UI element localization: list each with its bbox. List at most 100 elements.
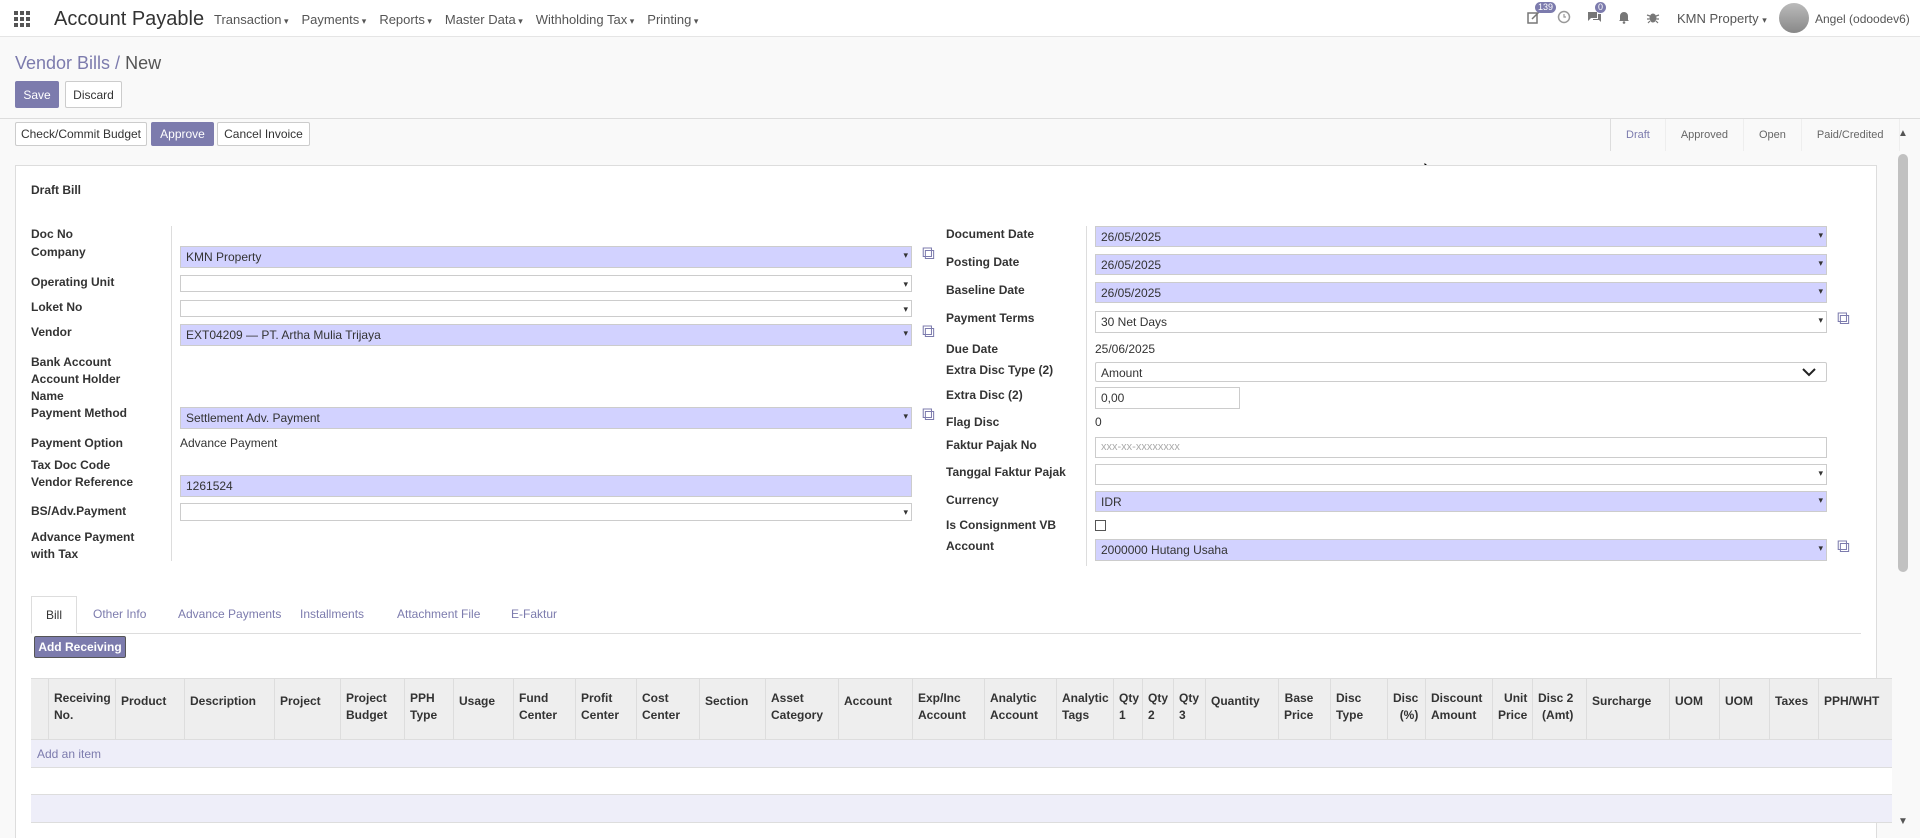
column-header[interactable]: Account <box>844 693 892 710</box>
column-header[interactable]: Disc (%) <box>1393 690 1418 724</box>
bug-icon[interactable] <box>1646 10 1660 27</box>
scroll-down-icon[interactable]: ▼ <box>1898 816 1908 827</box>
approve-button[interactable]: Approve <box>151 122 214 146</box>
column-header[interactable]: Section <box>705 693 748 710</box>
tab-bill[interactable]: Bill <box>31 596 78 634</box>
tab-other-info[interactable]: Other Info <box>79 596 160 634</box>
is-consignment-checkbox[interactable] <box>1095 520 1106 531</box>
top-navbar: Account Payable Transaction Payments Rep… <box>0 0 1920 37</box>
column-header-text: Disc <box>1393 691 1419 705</box>
column-header[interactable]: Description <box>190 693 256 710</box>
column-header[interactable]: Discount Amount <box>1431 690 1482 724</box>
column-header[interactable]: Disc 2 (Amt) <box>1538 690 1573 724</box>
baseline-date-field[interactable]: 26/05/2025 <box>1095 282 1827 303</box>
document-date-field[interactable]: 26/05/2025 <box>1095 226 1827 247</box>
tab-attachment-file[interactable]: Attachment File <box>383 596 494 634</box>
column-header[interactable]: Taxes <box>1775 693 1808 710</box>
clock-icon[interactable] <box>1557 10 1571 27</box>
activity-icon[interactable]: 139 <box>1527 2 1557 27</box>
scroll-up-icon[interactable]: ▲ <box>1898 128 1908 139</box>
column-header[interactable]: PPH/WHT <box>1824 693 1879 710</box>
vendor-external-link-icon[interactable]: ⧉ <box>922 321 935 342</box>
column-header[interactable]: Usage <box>459 693 495 710</box>
column-header[interactable]: Receiving No. <box>54 690 111 724</box>
menu-master-data[interactable]: Master Data <box>445 12 523 27</box>
column-header[interactable]: UOM <box>1725 693 1753 710</box>
column-header-text: Center <box>519 708 558 722</box>
column-header[interactable]: Qty 3 <box>1179 690 1199 724</box>
extra-disc-type-select[interactable]: Amount <box>1095 362 1827 382</box>
user-menu[interactable]: Angel (odoodev6) <box>1815 12 1910 26</box>
company-external-link-icon[interactable]: ⧉ <box>922 243 935 264</box>
bell-icon[interactable] <box>1617 10 1631 27</box>
tanggal-faktur-pajak-field[interactable] <box>1095 464 1827 485</box>
tab-advance-payments[interactable]: Advance Payments <box>164 596 295 634</box>
menu-payments[interactable]: Payments <box>301 12 366 27</box>
company-field[interactable]: KMN Property <box>180 246 912 268</box>
add-receiving-button[interactable]: Add Receiving <box>34 636 126 658</box>
column-header[interactable]: Base Price <box>1284 690 1313 724</box>
loket-no-field[interactable] <box>180 300 912 317</box>
breadcrumb-vendor-bills[interactable]: Vendor Bills / <box>15 53 120 73</box>
column-header[interactable]: Project <box>280 693 321 710</box>
tab-e-faktur[interactable]: E-Faktur <box>497 596 571 634</box>
status-draft[interactable]: Draft <box>1611 119 1666 151</box>
faktur-pajak-no-field[interactable]: xxx-xx-xxxxxxxx <box>1095 437 1827 458</box>
payment-terms-field[interactable]: 30 Net Days <box>1095 311 1827 333</box>
column-header[interactable]: Fund Center <box>519 690 557 724</box>
status-open[interactable]: Open <box>1744 119 1802 151</box>
label-payment-method: Payment Method <box>31 406 128 420</box>
column-header-text: (%) <box>1399 708 1419 722</box>
column-header[interactable]: Analytic Tags <box>1062 690 1109 724</box>
account-external-link-icon[interactable]: ⧉ <box>1837 536 1850 557</box>
bs-adv-payment-field[interactable] <box>180 503 912 521</box>
check-commit-budget-button[interactable]: Check/Commit Budget <box>15 122 147 146</box>
add-item-link[interactable]: Add an item <box>37 747 101 761</box>
cancel-invoice-button[interactable]: Cancel Invoice <box>217 122 310 146</box>
save-button[interactable]: Save <box>15 81 59 108</box>
menu-reports[interactable]: Reports <box>379 12 432 27</box>
tab-installments[interactable]: Installments <box>286 596 378 634</box>
column-header[interactable]: UOM <box>1675 693 1703 710</box>
column-header[interactable]: Cost Center <box>642 690 680 724</box>
right-separator <box>1086 226 1087 566</box>
discard-button[interactable]: Discard <box>65 81 122 108</box>
vendor-reference-field[interactable]: 1261524 <box>180 475 912 497</box>
column-header[interactable]: Unit Price <box>1498 690 1527 724</box>
column-header[interactable]: PPH Type <box>410 690 437 724</box>
status-paid-credited[interactable]: Paid/Credited <box>1802 119 1900 151</box>
avatar[interactable] <box>1779 3 1809 33</box>
column-header[interactable]: Surcharge <box>1592 693 1651 710</box>
chat-icon[interactable]: 0 <box>1587 2 1607 27</box>
column-header[interactable]: Profit Center <box>581 690 619 724</box>
status-approved[interactable]: Approved <box>1666 119 1744 151</box>
scrollbar-thumb[interactable] <box>1898 154 1908 572</box>
column-header[interactable]: Qty 2 <box>1148 690 1168 724</box>
column-header[interactable]: Analytic Account <box>990 690 1038 724</box>
payment-terms-external-link-icon[interactable]: ⧉ <box>1837 308 1850 329</box>
column-header-text: Qty <box>1148 691 1169 705</box>
column-header[interactable]: Project Budget <box>346 690 387 724</box>
column-header-text: Exp/Inc <box>918 691 961 705</box>
menu-transaction[interactable]: Transaction <box>214 12 288 27</box>
apps-menu-icon[interactable] <box>14 11 30 27</box>
payment-method-external-link-icon[interactable]: ⧉ <box>922 404 935 425</box>
extra-disc-field[interactable]: 0,00 <box>1095 387 1240 409</box>
company-switcher[interactable]: KMN Property ▾ <box>1677 11 1767 26</box>
vendor-field[interactable]: EXT04209 — PT. Artha Mulia Trijaya <box>180 324 912 346</box>
column-header[interactable]: Quantity <box>1211 693 1260 710</box>
operating-unit-field[interactable] <box>180 275 912 292</box>
column-header[interactable]: Qty 1 <box>1119 690 1139 724</box>
posting-date-field[interactable]: 26/05/2025 <box>1095 254 1827 275</box>
menu-withholding-tax[interactable]: Withholding Tax <box>536 12 635 27</box>
payment-method-field[interactable]: Settlement Adv. Payment <box>180 407 912 429</box>
column-header[interactable]: Disc Type <box>1336 690 1363 724</box>
label-operating-unit: Operating Unit <box>31 275 115 289</box>
account-field[interactable]: 2000000 Hutang Usaha <box>1095 539 1827 561</box>
column-header[interactable]: Exp/Inc Account <box>918 690 966 724</box>
currency-field[interactable]: IDR <box>1095 491 1827 512</box>
column-header[interactable]: Product <box>121 693 166 710</box>
column-header[interactable]: Asset Category <box>771 690 823 724</box>
column-divider <box>575 679 576 739</box>
menu-printing[interactable]: Printing <box>647 12 698 27</box>
